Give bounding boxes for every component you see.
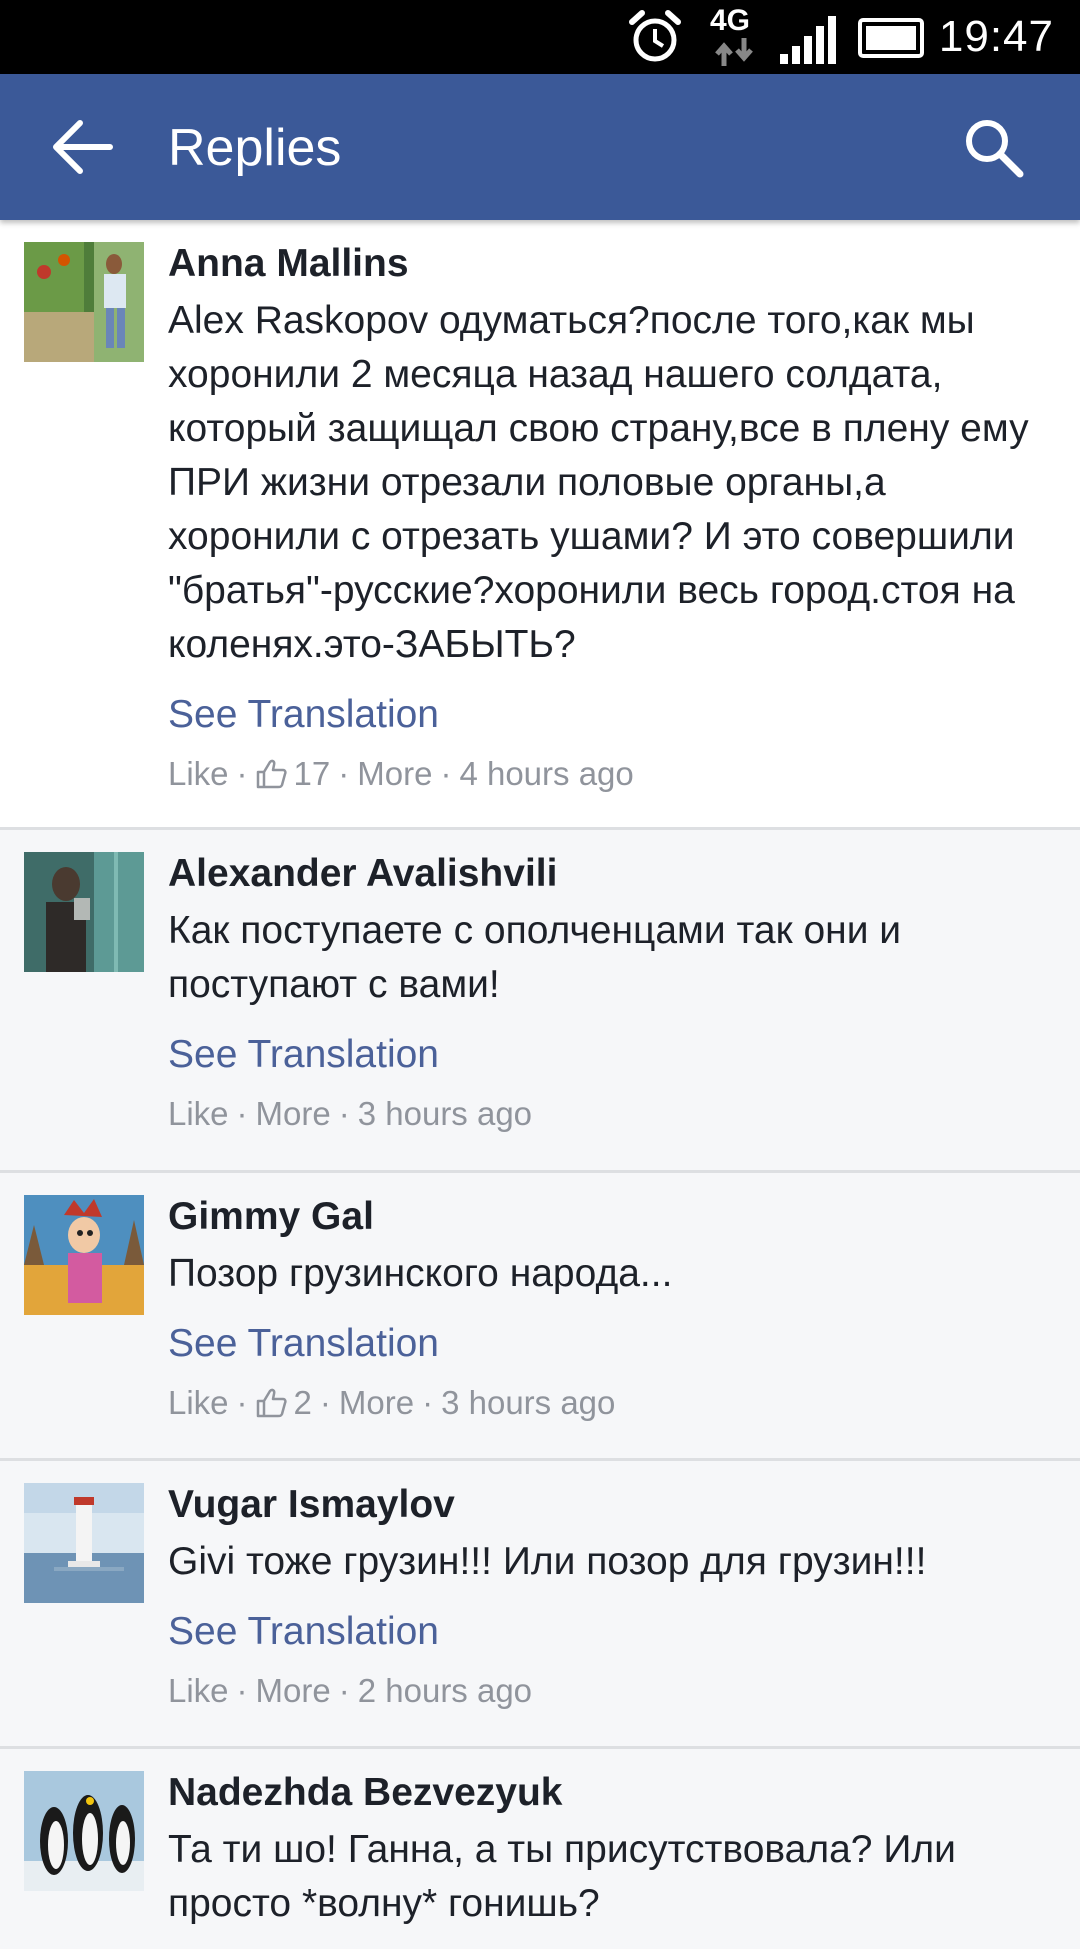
- see-translation-link[interactable]: See Translation: [168, 688, 1060, 742]
- like-link[interactable]: Like: [168, 1383, 229, 1423]
- back-button[interactable]: [50, 117, 120, 177]
- see-translation-link[interactable]: See Translation: [168, 1028, 1060, 1082]
- like-count-value: 2: [293, 1384, 312, 1421]
- comment-actions: Like · 17 · More · 4 hours ago: [168, 754, 1060, 794]
- comment-item: Nadezhda Bezvezyuk Та ти шо! Ганна, а ты…: [0, 1749, 1080, 1949]
- comment-time: 2 hours ago: [357, 1672, 533, 1709]
- comment-list: Anna Mallins Alex Raskopov одуматься?пос…: [0, 220, 1080, 1949]
- more-link[interactable]: More: [339, 1383, 414, 1423]
- separator: ·: [236, 1095, 248, 1132]
- separator: ·: [338, 1095, 350, 1132]
- status-bar: 4G 19:47: [0, 0, 1080, 74]
- avatar[interactable]: [24, 242, 144, 362]
- comment-actions: Like · More · 3 hours ago: [168, 1094, 1060, 1134]
- comment-time: 3 hours ago: [357, 1095, 533, 1132]
- search-button[interactable]: [962, 116, 1026, 180]
- like-count[interactable]: 17: [256, 754, 331, 794]
- page-title: Replies: [168, 119, 342, 177]
- arrow-left-icon: [53, 120, 113, 174]
- thumbs-up-icon: [256, 759, 287, 789]
- comment-text: Позор грузинского народа...: [168, 1252, 673, 1295]
- more-link[interactable]: More: [357, 754, 432, 794]
- comment-actions: Like · 2 · More · 3 hours ago: [168, 1383, 1060, 1423]
- more-link[interactable]: More: [256, 1094, 331, 1134]
- comment-item: Anna Mallins Alex Raskopov одуматься?пос…: [0, 220, 1080, 830]
- thumbs-up-icon: [256, 1388, 287, 1418]
- network-4g-icon: 4G: [710, 4, 756, 68]
- comment-author[interactable]: Alexander Avalishvili: [168, 850, 1060, 898]
- comment-author[interactable]: Gimmy Gal: [168, 1193, 1060, 1241]
- comment-time: 3 hours ago: [441, 1384, 616, 1421]
- comment-text: Givi тоже грузин!!! Или позор для грузин…: [168, 1540, 927, 1583]
- avatar[interactable]: [24, 1483, 144, 1603]
- search-icon: [966, 120, 1024, 178]
- separator: ·: [236, 1672, 248, 1709]
- comment-actions: Like · More · 2 hours ago: [168, 1671, 1060, 1711]
- separator: ·: [319, 1384, 331, 1421]
- alarm-icon: [629, 10, 681, 62]
- like-link[interactable]: Like: [168, 754, 229, 794]
- comment-text: Alex Raskopov одуматься?после того,как м…: [168, 299, 1029, 666]
- comment-author[interactable]: Nadezhda Bezvezyuk: [168, 1769, 1060, 1817]
- network-label: 4G: [710, 4, 751, 37]
- more-link[interactable]: More: [256, 1671, 331, 1711]
- like-link[interactable]: Like: [168, 1671, 229, 1711]
- separator: ·: [236, 755, 248, 792]
- status-time: 19:47: [938, 12, 1054, 61]
- separator: ·: [236, 1384, 248, 1421]
- comment-item: Alexander Avalishvili Как поступаете с о…: [0, 830, 1080, 1173]
- comment-author[interactable]: Vugar Ismaylov: [168, 1481, 1060, 1529]
- signal-icon: [780, 16, 836, 64]
- separator: ·: [422, 1384, 434, 1421]
- separator: ·: [440, 755, 452, 792]
- separator: ·: [338, 1672, 350, 1709]
- comment-item: Gimmy Gal Позор грузинского народа... Se…: [0, 1173, 1080, 1461]
- comment-item: Vugar Ismaylov Givi тоже грузин!!! Или п…: [0, 1461, 1080, 1749]
- battery-icon: [858, 18, 924, 58]
- see-translation-link[interactable]: See Translation: [168, 1605, 1060, 1659]
- app-bar: Replies: [0, 74, 1080, 220]
- like-count-value: 17: [293, 755, 331, 792]
- separator: ·: [338, 755, 350, 792]
- avatar[interactable]: [24, 1771, 144, 1891]
- comment-time: 4 hours ago: [459, 755, 634, 792]
- see-translation-link[interactable]: See Translation: [168, 1317, 1060, 1371]
- avatar[interactable]: [24, 852, 144, 972]
- comment-text: Как поступаете с ополченцами так они и п…: [168, 909, 902, 1006]
- avatar[interactable]: [24, 1195, 144, 1315]
- like-count[interactable]: 2: [256, 1383, 312, 1423]
- comment-text: Та ти шо! Ганна, а ты присутствовала? Ил…: [168, 1828, 956, 1925]
- like-link[interactable]: Like: [168, 1094, 229, 1134]
- comment-author[interactable]: Anna Mallins: [168, 240, 1060, 288]
